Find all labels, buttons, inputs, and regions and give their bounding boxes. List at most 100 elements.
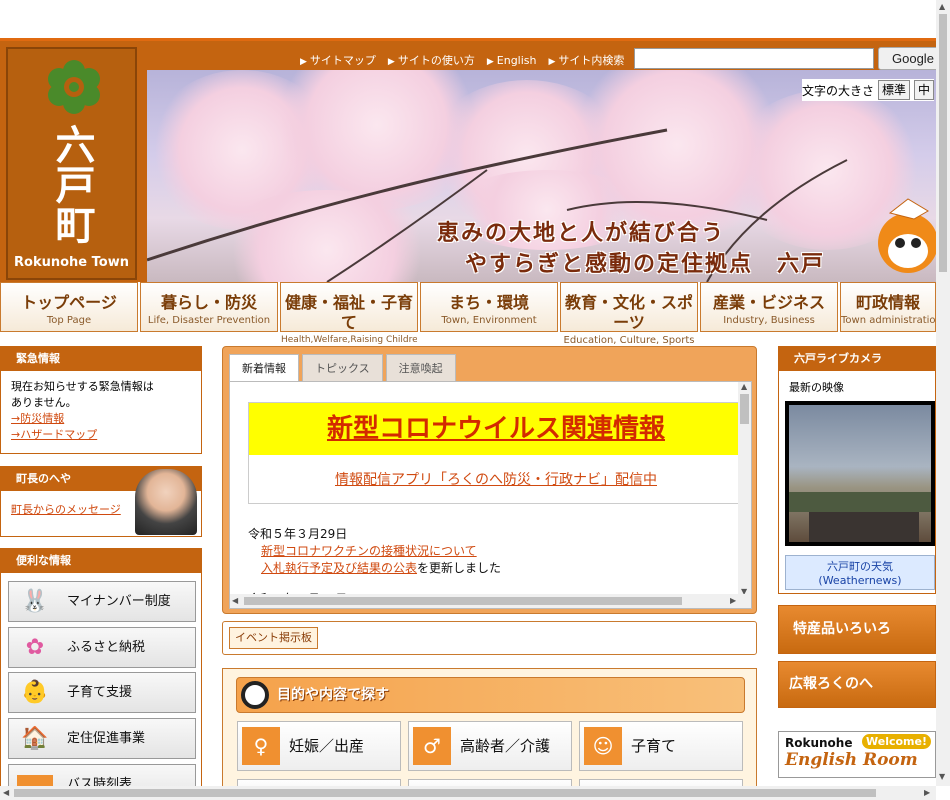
emergency-title: 緊急情報 — [1, 347, 201, 371]
triangle-icon: ▶ — [548, 57, 556, 67]
news-tabs: 新着情報 トピックス 注意喚起 — [229, 354, 456, 382]
corona-info-banner: 新型コロナウイルス関連情報 情報配信アプリ「ろくのへ防災・行政ナビ」配信中 — [248, 402, 744, 504]
bid-results-link[interactable]: 入札執行予定及び結果の公表 — [261, 561, 417, 575]
triangle-icon: ▶ — [486, 56, 494, 67]
live-camera-video[interactable] — [785, 401, 935, 546]
town-logo[interactable]: 六戸町 Rokunohe Town — [6, 47, 137, 280]
flower-icon: ✿ — [25, 635, 45, 660]
nav-top-page[interactable]: トップページ Top Page — [0, 282, 138, 332]
page-scroll-down-icon[interactable]: ▼ — [939, 772, 945, 781]
page-scroll-right-icon[interactable]: ▶ — [924, 788, 930, 797]
text-size-control: 文字の大きさ 標準 中 — [802, 79, 935, 101]
pregnancy-birth-button[interactable]: ♀ 妊娠／出産 — [237, 721, 401, 771]
sitemap-link[interactable]: ▶ サイトマップ — [300, 52, 376, 68]
top-blank-strip — [0, 0, 950, 38]
logo-kanji: 六戸町 — [48, 124, 96, 244]
vaccine-status-link[interactable]: 新型コロナワクチンの接種状況について — [248, 543, 501, 560]
nav-jp-label: 町政情報 — [855, 293, 920, 312]
page-scroll-thumb[interactable] — [939, 14, 947, 272]
triangle-icon: ▶ — [300, 57, 307, 67]
nav-town-administration[interactable]: 町政情報 Town administration — [840, 282, 936, 332]
tab-topics[interactable]: トピックス — [302, 354, 383, 381]
town-newsletter-banner[interactable]: 広報ろくのへ — [778, 661, 936, 708]
hazard-map-link[interactable]: →ハザードマップ — [11, 427, 191, 443]
news-box: 新着情報 トピックス 注意喚起 新型コロナウイルス関連情報 情報配信アプリ「ろく… — [222, 346, 757, 614]
useful-item-label: 定住促進事業 — [67, 731, 146, 746]
purpose-title: 目的や内容で探す — [277, 687, 389, 703]
nav-jp-label: トップページ — [21, 293, 117, 312]
live-camera-title: 六戸ライブカメラ — [779, 347, 935, 371]
logo-english: Rokunohe Town — [14, 255, 129, 270]
house-icon: 🏠 — [21, 726, 49, 751]
mascot-icon — [878, 198, 938, 273]
event-board-box: イベント掲示板 — [222, 621, 757, 655]
sitemap-link-label: サイトマップ — [309, 54, 376, 67]
event-board-link[interactable]: イベント掲示板 — [229, 627, 318, 649]
news-pane: 新型コロナウイルス関連情報 情報配信アプリ「ろくのへ防災・行政ナビ」配信中 令和… — [229, 381, 752, 609]
welcome-badge: Welcome! — [862, 734, 931, 749]
pregnant-woman-icon: ♀ — [242, 727, 280, 765]
elderly-care-button[interactable]: ♂ 高齢者／介護 — [408, 721, 572, 771]
disaster-info-link[interactable]: →防災情報 — [11, 411, 191, 427]
news-scroll-thumb[interactable] — [740, 394, 749, 424]
latest-video-label: 最新の映像 — [789, 381, 844, 394]
triangle-icon: ▶ — [387, 57, 395, 67]
mayor-room-box: 町長のへや 町長からのメッセージ — [0, 466, 202, 537]
nav-life-disaster[interactable]: 暮らし・防災 Life, Disaster Prevention — [140, 282, 278, 332]
tab-alerts[interactable]: 注意喚起 — [385, 354, 456, 381]
scroll-up-icon[interactable]: ▲ — [741, 382, 747, 391]
search-by-purpose-box: 目的や内容で探す ♀ 妊娠／出産 ♂ 高齢者／介護 ☺ 子育て — [222, 668, 757, 800]
page-horizontal-scrollbar[interactable]: ◀ ▶ — [0, 786, 936, 800]
news-vertical-scrollbar[interactable]: ▲ ▼ — [738, 382, 751, 596]
scroll-right-icon[interactable]: ▶ — [730, 596, 736, 605]
news-hscroll-thumb[interactable] — [244, 597, 682, 605]
nav-industry-business[interactable]: 産業・ビジネス Industry, Business — [700, 282, 838, 332]
english-room-banner[interactable]: Rokunohe English Room Welcome! — [778, 731, 936, 778]
nav-jp-label: 健康・福祉・子育て — [284, 293, 413, 332]
emergency-text-2: ありません。 — [11, 396, 77, 409]
page-scroll-left-icon[interactable]: ◀ — [3, 788, 9, 797]
useful-item-label: マイナンバー制度 — [67, 594, 171, 609]
header-links: ▶ サイトマップ ▶ サイトの使い方 ▶ English ▶ サイト内検索 — [300, 50, 624, 70]
nav-jp-label: 産業・ビジネス — [712, 293, 825, 312]
page-hscroll-thumb[interactable] — [14, 789, 876, 797]
settlement-promotion-button[interactable]: 🏠 定住促進事業 — [8, 718, 196, 759]
hometown-tax-button[interactable]: ✿ ふるさと納税 — [8, 627, 196, 668]
town-crest-icon — [48, 60, 100, 114]
mayor-photo — [135, 469, 197, 535]
site-header: 六戸町 Rokunohe Town 恵みの大地と人が結び合う やすらぎと感動の定… — [0, 38, 950, 282]
nav-education-culture[interactable]: 教育・文化・スポーツ Education, Culture, Sports — [560, 282, 698, 346]
my-number-button[interactable]: 🐰 マイナンバー制度 — [8, 581, 196, 622]
page-scroll-up-icon[interactable]: ▲ — [939, 2, 945, 11]
english-link[interactable]: ▶ English — [487, 54, 537, 67]
text-size-standard-button[interactable]: 標準 — [878, 80, 911, 100]
disaster-navi-app-link[interactable]: 情報配信アプリ「ろくのへ防災・行政ナビ」配信中 — [249, 455, 743, 505]
news-entry: 令和５年３月29日 新型コロナワクチンの接種状況について 入札執行予定及び結果の… — [248, 526, 501, 577]
weather-title: 六戸町の天気 — [827, 560, 893, 573]
childcare-support-button[interactable]: 👶 子育て支援 — [8, 672, 196, 713]
text-size-medium-button[interactable]: 中 — [914, 80, 935, 100]
english-link-label: English — [496, 53, 537, 67]
search-input[interactable] — [634, 48, 874, 69]
weather-link[interactable]: 六戸町の天気 (Weathernews) — [785, 555, 935, 590]
nav-en-label: Top Page — [46, 315, 92, 326]
site-usage-link-label: サイトの使い方 — [397, 54, 475, 67]
nav-health-welfare[interactable]: 健康・福祉・子育て Health,Welfare,Raising Children — [280, 282, 418, 345]
english-room-line2: English Room — [785, 750, 918, 770]
scroll-left-icon[interactable]: ◀ — [232, 596, 238, 605]
purpose-item-label: 妊娠／出産 — [289, 737, 365, 755]
magnifier-icon — [241, 681, 269, 709]
page-vertical-scrollbar[interactable]: ▲ ▼ — [936, 0, 950, 786]
site-usage-link[interactable]: ▶ サイトの使い方 — [388, 52, 475, 68]
corona-info-link[interactable]: 新型コロナウイルス関連情報 — [249, 403, 743, 455]
tab-new-info[interactable]: 新着情報 — [229, 354, 299, 382]
site-search-label: ▶ サイト内検索 — [549, 52, 625, 68]
slogan-line-1: 恵みの大地と人が結び合う — [437, 220, 726, 246]
childcare-button[interactable]: ☺ 子育て — [579, 721, 743, 771]
nav-town-environment[interactable]: まち・環境 Town, Environment — [420, 282, 558, 332]
specialty-products-banner[interactable]: 特産品いろいろ — [778, 605, 936, 654]
useful-info-box: 便利な情報 🐰 マイナンバー制度 ✿ ふるさと納税 👶 子育て支援 🏠 定住促進事業 バ… — [0, 548, 202, 800]
nav-en-label: Town administration — [841, 315, 935, 326]
text-size-label: 文字の大きさ — [802, 83, 875, 98]
news-horizontal-scrollbar[interactable]: ◀ ▶ — [230, 594, 751, 608]
